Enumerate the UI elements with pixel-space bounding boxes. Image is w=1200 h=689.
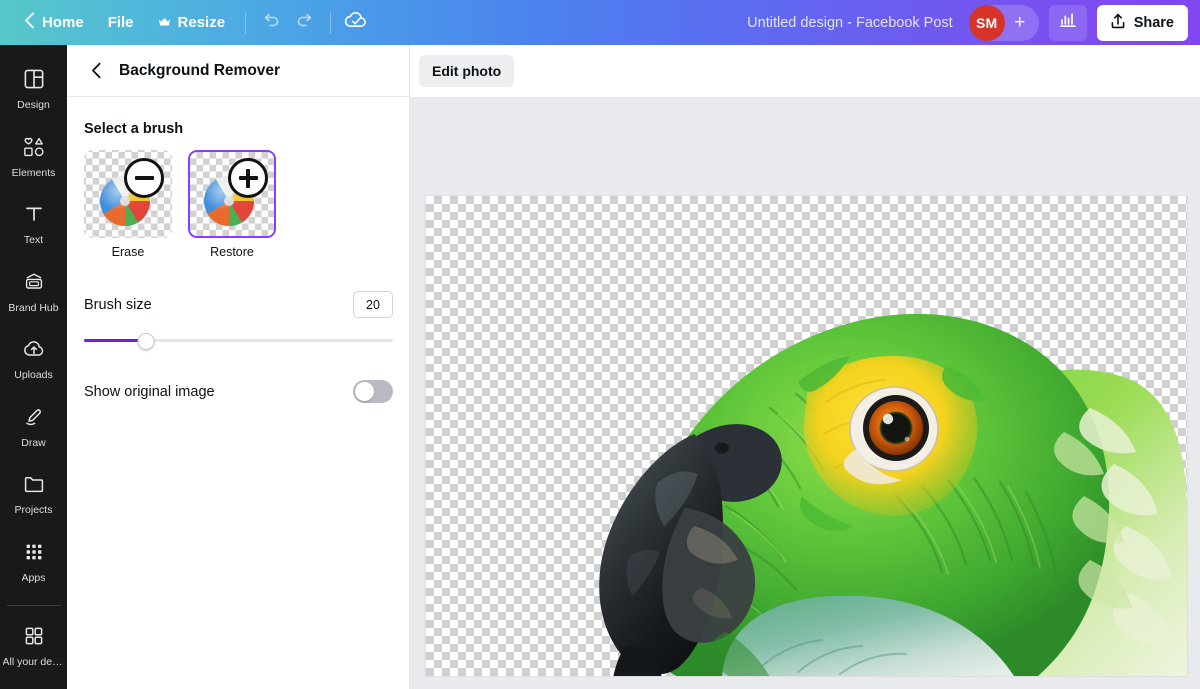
sidebar-item-label: Projects: [14, 505, 53, 517]
cloud-upload-icon: [22, 338, 46, 365]
slider-knob[interactable]: [137, 333, 155, 350]
brand-hub-icon: [22, 271, 46, 298]
chevron-left-icon: [91, 62, 100, 79]
home-button[interactable]: Home: [12, 7, 96, 39]
undo-button[interactable]: [254, 7, 288, 39]
brush-size-input[interactable]: 20: [353, 291, 393, 318]
redo-button[interactable]: [288, 7, 322, 39]
brush-label: Restore: [210, 245, 254, 259]
sidebar-item-brand-hub[interactable]: Brand Hub: [3, 262, 65, 322]
show-original-toggle[interactable]: [353, 380, 393, 403]
sidebar-item-elements[interactable]: Elements: [3, 127, 65, 187]
plus-circle-icon: [228, 158, 268, 198]
text-t-icon: [23, 203, 45, 230]
home-label: Home: [42, 14, 84, 31]
collaborators-group[interactable]: SM +: [968, 4, 1039, 41]
minus-circle-icon: [124, 158, 164, 198]
sidebar-item-label: All your desi...: [2, 657, 65, 669]
redo-icon: [295, 10, 315, 35]
undo-icon: [261, 10, 281, 35]
brush-thumbnail-erase: [84, 150, 172, 238]
sidebar-item-draw[interactable]: Draw: [3, 397, 65, 457]
show-original-control: Show original image: [84, 380, 393, 403]
design-layout-icon: [23, 68, 45, 95]
parrot-image[interactable]: [426, 196, 1187, 676]
brush-size-control: Brush size 20: [84, 291, 393, 350]
apps-grid-icon: [23, 541, 45, 568]
avatar[interactable]: SM: [968, 4, 1005, 41]
toolbar-divider-2: [330, 11, 332, 34]
background-remover-panel: Background Remover Select a brush Erase …: [67, 45, 410, 689]
brush-label: Erase: [111, 245, 145, 259]
sidebar-item-apps[interactable]: Apps: [3, 532, 65, 592]
sidebar-item-projects[interactable]: Projects: [3, 464, 65, 524]
sidebar-item-label: Design: [17, 100, 50, 111]
sidebar-item-label: Text: [23, 235, 44, 247]
panel-back-button[interactable]: [83, 58, 109, 84]
add-collaborator-button[interactable]: +: [1005, 5, 1035, 41]
sidebar-item-label: Brand Hub: [8, 302, 59, 314]
context-toolbar: Edit photo: [410, 45, 1200, 98]
select-brush-heading: Select a brush: [84, 121, 184, 137]
brush-thumbnail-restore: [188, 150, 276, 238]
insights-button[interactable]: [1048, 4, 1087, 41]
elements-shapes-icon: [22, 136, 46, 163]
brush-size-label: Brush size: [84, 296, 152, 313]
cloud-check-icon: [344, 10, 368, 35]
document-title[interactable]: Untitled design - Facebook Post: [747, 15, 953, 31]
sidebar-item-all-your-designs[interactable]: All your desi...: [3, 616, 65, 676]
crown-icon: [158, 17, 171, 29]
file-menu-button[interactable]: File: [96, 7, 146, 39]
pen-draw-icon: [22, 406, 46, 433]
file-label: File: [107, 14, 134, 31]
brush-option-restore[interactable]: Restore: [188, 150, 276, 259]
share-button[interactable]: Share: [1096, 4, 1188, 41]
top-toolbar: Home File Resize Untitled design - Faceb…: [0, 0, 1200, 45]
panel-header: Background Remover: [67, 45, 409, 97]
folder-icon: [22, 473, 46, 500]
edit-photo-button[interactable]: Edit photo: [419, 55, 515, 87]
toggle-knob: [355, 382, 374, 401]
sidebar-item-design[interactable]: Design: [3, 59, 65, 119]
top-toolbar-left: Home File Resize: [0, 7, 373, 39]
panel-body: Select a brush Erase Restore Brush size …: [67, 97, 409, 403]
sidebar-item-text[interactable]: Text: [3, 194, 65, 254]
editor-workspace: Edit photo: [410, 45, 1200, 689]
sidebar-divider: [6, 605, 61, 607]
design-canvas[interactable]: [426, 196, 1187, 676]
left-sidebar: Design Elements Text Brand Hub Uploads D…: [0, 45, 67, 689]
share-upload-icon: [1109, 12, 1127, 34]
resize-button[interactable]: Resize: [146, 7, 238, 39]
sidebar-item-label: Apps: [21, 572, 46, 584]
all-designs-grid-icon: [23, 625, 45, 652]
brush-size-slider[interactable]: [84, 332, 393, 350]
show-original-label: Show original image: [84, 383, 215, 400]
canva-editor: Home File Resize Untitled design - Faceb…: [0, 0, 1200, 689]
panel-title: Background Remover: [119, 61, 281, 79]
sidebar-item-label: Uploads: [14, 370, 53, 382]
bar-chart-icon: [1059, 11, 1077, 34]
sidebar-bottom-section: All your desi...: [0, 599, 67, 689]
chevron-left-icon: [24, 12, 35, 33]
toolbar-divider-1: [245, 11, 247, 34]
brush-options: Erase Restore: [84, 150, 393, 259]
sidebar-item-label: Draw: [21, 437, 46, 449]
sidebar-item-label: Elements: [11, 167, 56, 179]
share-label: Share: [1133, 14, 1174, 31]
sidebar-item-uploads[interactable]: Uploads: [3, 329, 65, 389]
resize-label: Resize: [177, 14, 226, 31]
cloud-saved-button[interactable]: [339, 7, 373, 39]
brush-option-erase[interactable]: Erase: [84, 150, 172, 259]
